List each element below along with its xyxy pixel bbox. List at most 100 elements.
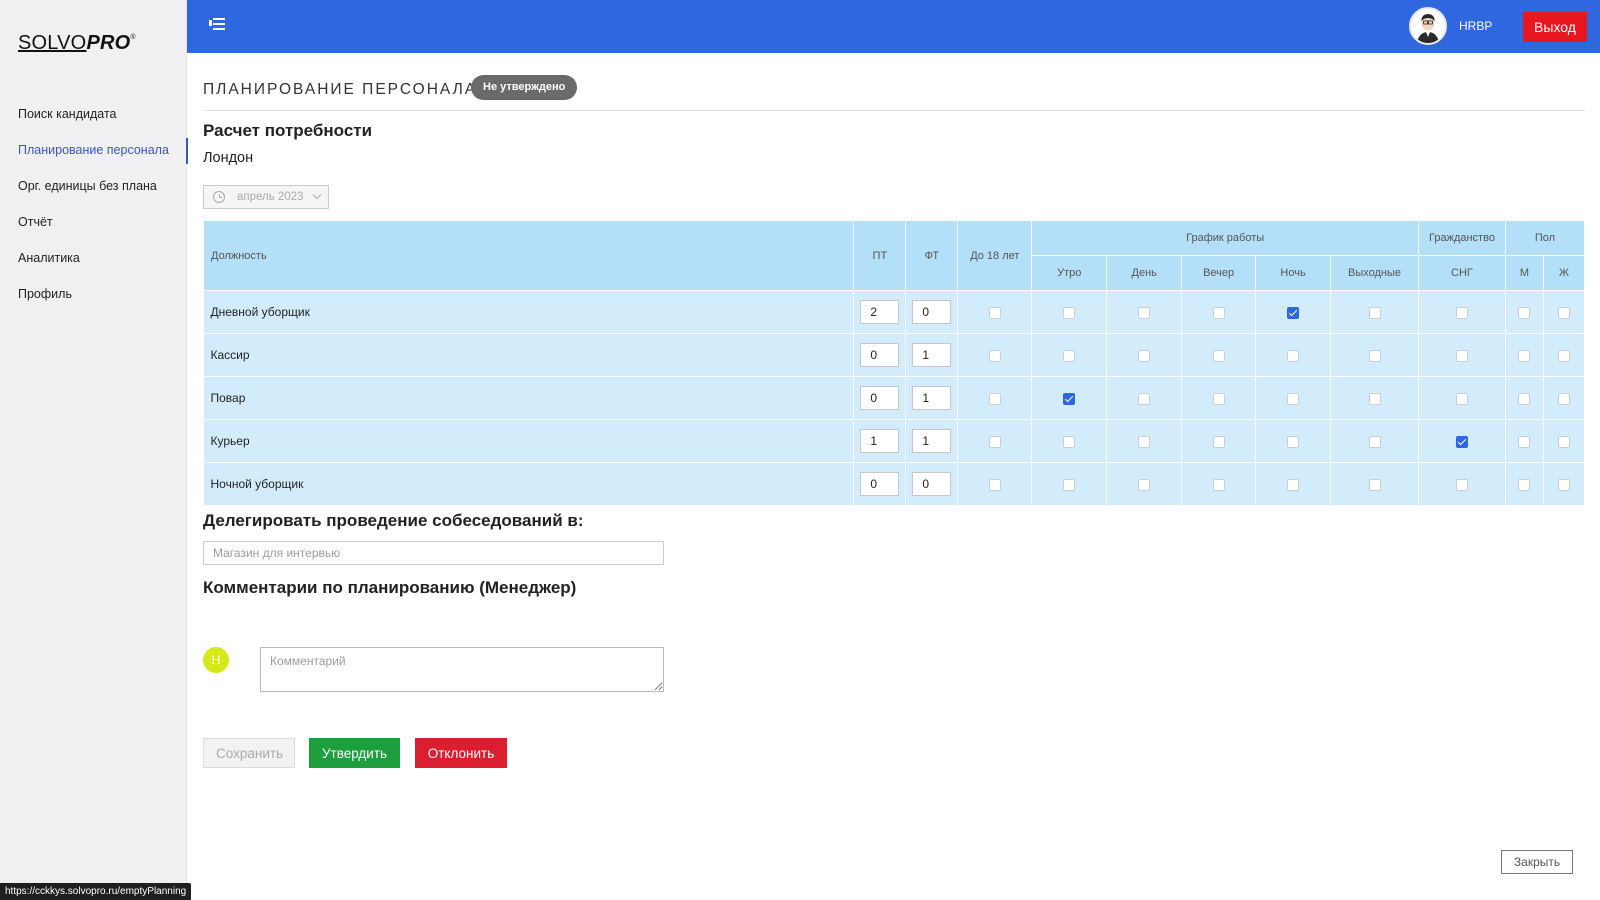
male-checkbox[interactable]	[1518, 349, 1531, 362]
night-checkbox[interactable]	[1287, 306, 1300, 319]
morning-checkbox[interactable]	[1063, 392, 1076, 405]
pt-input[interactable]	[860, 429, 900, 453]
col-header-pt: ПТ	[853, 220, 907, 291]
cis-checkbox[interactable]	[1455, 306, 1468, 319]
cis-checkbox[interactable]	[1455, 478, 1468, 491]
weekend-checkbox[interactable]	[1368, 435, 1381, 448]
pt-cell	[853, 376, 907, 420]
sidebar-item-org-units[interactable]: Орг. единицы без плана	[0, 168, 187, 204]
night-checkbox[interactable]	[1287, 392, 1300, 405]
night-checkbox[interactable]	[1287, 435, 1300, 448]
pt-input[interactable]	[860, 343, 900, 367]
interview-store-input[interactable]	[203, 541, 664, 565]
user-role[interactable]: HRBP	[1459, 19, 1492, 33]
male-checkbox[interactable]	[1518, 435, 1531, 448]
user-avatar[interactable]	[1409, 7, 1447, 45]
staff-plan-table: Должность ПТ ФТ До 18 лет График работы …	[202, 220, 1586, 506]
save-button[interactable]: Сохранить	[203, 738, 295, 768]
pt-input[interactable]	[860, 472, 900, 496]
female-checkbox[interactable]	[1557, 349, 1570, 362]
sidebar-item-analytics[interactable]: Аналитика	[0, 240, 187, 276]
sidebar-item-candidate-search[interactable]: Поиск кандидата	[0, 96, 187, 132]
weekend-checkbox[interactable]	[1368, 392, 1381, 405]
col-header-ft: ФТ	[905, 220, 959, 291]
ft-input[interactable]	[912, 343, 952, 367]
table-row: Курьер	[203, 419, 1586, 463]
day-checkbox[interactable]	[1138, 306, 1151, 319]
month-picker[interactable]: апрель 2023	[203, 185, 329, 209]
status-bar-url: https://cckkys.solvopro.ru/emptyPlanning	[0, 883, 192, 900]
night-checkbox[interactable]	[1287, 478, 1300, 491]
user-avatar-icon	[1411, 9, 1445, 43]
female-checkbox[interactable]	[1557, 478, 1570, 491]
morning-checkbox[interactable]	[1063, 306, 1076, 319]
close-button[interactable]: Закрыть	[1501, 850, 1573, 874]
cis-checkbox[interactable]	[1455, 392, 1468, 405]
evening-checkbox[interactable]	[1212, 478, 1225, 491]
night-cell	[1255, 376, 1332, 420]
day-checkbox[interactable]	[1138, 478, 1151, 491]
pt-input[interactable]	[860, 386, 900, 410]
weekend-checkbox[interactable]	[1368, 306, 1381, 319]
col-header-cis: СНГ	[1418, 255, 1506, 291]
male-checkbox[interactable]	[1518, 306, 1531, 319]
ft-input[interactable]	[912, 386, 952, 410]
evening-checkbox[interactable]	[1212, 349, 1225, 362]
evening-checkbox[interactable]	[1212, 435, 1225, 448]
pt-input[interactable]	[860, 300, 900, 324]
male-cell	[1505, 290, 1544, 334]
cis-checkbox[interactable]	[1455, 349, 1468, 362]
ft-input[interactable]	[912, 472, 952, 496]
night-checkbox[interactable]	[1287, 349, 1300, 362]
pt-cell	[853, 290, 907, 334]
day-checkbox[interactable]	[1138, 392, 1151, 405]
ft-input[interactable]	[912, 300, 952, 324]
approve-button[interactable]: Утвердить	[309, 738, 400, 768]
table-row: Повар	[203, 376, 1586, 420]
cis-checkbox[interactable]	[1455, 435, 1468, 448]
topbar: HRBP Выход	[187, 0, 1600, 53]
under18-checkbox[interactable]	[988, 478, 1001, 491]
male-checkbox[interactable]	[1518, 392, 1531, 405]
weekend-checkbox[interactable]	[1368, 349, 1381, 362]
col-header-evening: Вечер	[1181, 255, 1257, 291]
solvopro-logo[interactable]: SOLVOPRO®	[18, 32, 136, 55]
morning-checkbox[interactable]	[1063, 478, 1076, 491]
reject-button[interactable]: Отклонить	[415, 738, 507, 768]
day-cell	[1106, 376, 1183, 420]
under18-checkbox[interactable]	[988, 306, 1001, 319]
sidebar: SOLVOPRO® Поиск кандидата Планирование п…	[0, 0, 188, 900]
morning-checkbox[interactable]	[1063, 349, 1076, 362]
col-header-citizenship: Гражданство	[1418, 220, 1506, 256]
female-checkbox[interactable]	[1557, 306, 1570, 319]
sidebar-item-staff-planning[interactable]: Планирование персонала	[0, 132, 188, 168]
night-cell	[1255, 333, 1332, 377]
logout-button[interactable]: Выход	[1523, 12, 1587, 42]
menu-collapse-icon[interactable]	[209, 17, 225, 31]
under18-checkbox[interactable]	[988, 435, 1001, 448]
day-checkbox[interactable]	[1138, 349, 1151, 362]
day-checkbox[interactable]	[1138, 435, 1151, 448]
month-picker-value: апрель 2023	[237, 191, 304, 203]
morning-checkbox[interactable]	[1063, 435, 1076, 448]
evening-checkbox[interactable]	[1212, 306, 1225, 319]
under18-checkbox[interactable]	[988, 392, 1001, 405]
female-checkbox[interactable]	[1557, 435, 1570, 448]
under18-cell	[957, 376, 1033, 420]
morning-cell	[1031, 290, 1108, 334]
weekend-checkbox[interactable]	[1368, 478, 1381, 491]
sidebar-item-profile[interactable]: Профиль	[0, 276, 187, 312]
ft-cell	[905, 462, 959, 506]
col-header-weekend: Выходные	[1330, 255, 1419, 291]
ft-input[interactable]	[912, 429, 952, 453]
male-checkbox[interactable]	[1518, 478, 1531, 491]
female-checkbox[interactable]	[1557, 392, 1570, 405]
evening-checkbox[interactable]	[1212, 392, 1225, 405]
logo-registered-mark: ®	[130, 34, 136, 41]
under18-checkbox[interactable]	[988, 349, 1001, 362]
sidebar-item-report[interactable]: Отчёт	[0, 204, 187, 240]
comment-textarea[interactable]	[260, 647, 664, 692]
col-header-female: Ж	[1542, 255, 1586, 291]
day-cell	[1106, 333, 1183, 377]
female-cell	[1543, 462, 1586, 506]
